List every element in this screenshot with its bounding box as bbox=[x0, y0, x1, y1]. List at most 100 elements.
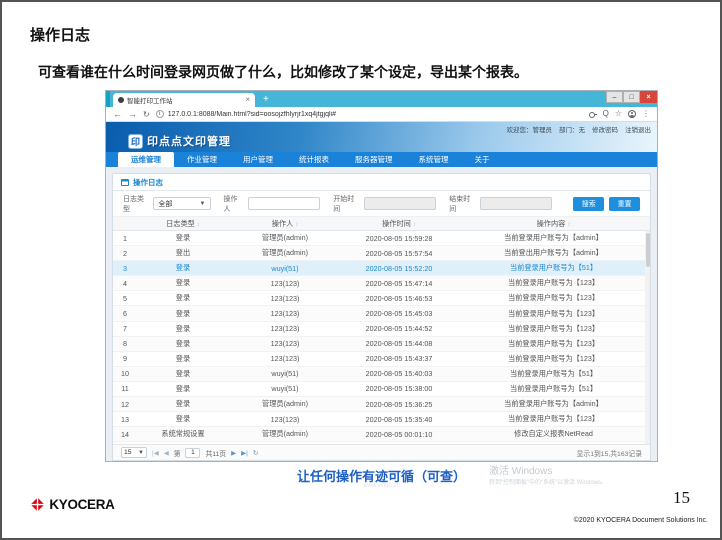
scrollbar-thumb[interactable] bbox=[646, 233, 650, 267]
header-time[interactable]: 操作时间↕ bbox=[341, 219, 457, 229]
nav-tab[interactable]: 作业管理 bbox=[174, 152, 230, 167]
end-time-input[interactable] bbox=[480, 197, 553, 210]
welcome-bar: 欢迎您：管理员部门：无修改密码注销退出 bbox=[507, 124, 652, 134]
table-row[interactable]: 2登出管理员(admin)2020-08-05 15:57:54当前登出用户账号… bbox=[113, 246, 650, 261]
cell-type: 登录 bbox=[137, 399, 229, 409]
nav-tab[interactable]: 系统管理 bbox=[406, 152, 462, 167]
start-time-input[interactable] bbox=[364, 197, 437, 210]
nav-tab[interactable]: 统计报表 bbox=[286, 152, 342, 167]
log-table: 日志类型↕ 操作人↕ 操作时间↕ 操作内容↕ 1登录管理员(admin)2020… bbox=[113, 217, 650, 444]
header-operator[interactable]: 操作人↕ bbox=[229, 219, 341, 229]
section-bar: 操作日志 bbox=[113, 174, 650, 191]
slide-title: 操作日志 bbox=[30, 24, 90, 45]
header-log-type[interactable]: 日志类型↕ bbox=[137, 219, 229, 229]
cell-type: 登录 bbox=[137, 278, 229, 288]
header-content[interactable]: 操作内容↕ bbox=[457, 219, 650, 229]
table-row[interactable]: 10登录wuyi(51)2020-08-05 15:40:03当前登录用户账号为… bbox=[113, 367, 650, 382]
new-tab-button[interactable]: + bbox=[263, 95, 269, 105]
browser-tab[interactable]: 智能打印工作站 × bbox=[113, 93, 255, 107]
cell-no: 3 bbox=[113, 264, 137, 273]
cell-type: 登录 bbox=[137, 414, 229, 424]
cell-content: 当前登录用户账号为【admin】 bbox=[457, 399, 650, 409]
cell-time: 2020-08-05 15:52:20 bbox=[341, 264, 457, 273]
next-page-icon[interactable]: ▶ bbox=[231, 449, 236, 457]
table-row[interactable]: 12登录管理员(admin)2020-08-05 15:36:25当前登录用户账… bbox=[113, 397, 650, 412]
panel: 操作日志 日志类型 全部 ▼ 操作人 开始时间 结束时间 bbox=[112, 173, 651, 461]
table-row[interactable]: 3登录wuyi(51)2020-08-05 15:52:20当前登录用户账号为【… bbox=[113, 261, 650, 276]
cell-op: 123(123) bbox=[229, 279, 341, 288]
cell-time: 2020-08-05 15:46:53 bbox=[341, 294, 457, 303]
page-number: 15 bbox=[673, 488, 690, 508]
sort-icon: ↕ bbox=[197, 222, 200, 228]
table-row[interactable]: 4登录123(123)2020-08-05 15:47:14当前登录用户账号为【… bbox=[113, 276, 650, 291]
cell-op: 管理员(admin) bbox=[229, 399, 341, 409]
page-number-input[interactable] bbox=[185, 448, 200, 458]
tab-title: 智能打印工作站 bbox=[127, 95, 242, 105]
password-key-icon[interactable] bbox=[589, 112, 597, 117]
zoom-icon[interactable]: Q bbox=[603, 110, 609, 118]
search-button[interactable]: 搜索 bbox=[573, 197, 604, 211]
cell-time: 2020-08-05 15:45:03 bbox=[341, 309, 457, 318]
maximize-button[interactable]: □ bbox=[623, 91, 640, 103]
back-icon[interactable]: ← bbox=[113, 110, 122, 119]
table-row[interactable]: 7登录123(123)2020-08-05 15:44:52当前登录用户账号为【… bbox=[113, 322, 650, 337]
table-row[interactable]: 5登录123(123)2020-08-05 15:46:53当前登录用户账号为【… bbox=[113, 291, 650, 306]
cell-time: 2020-08-05 15:59:28 bbox=[341, 234, 457, 243]
table-row[interactable]: 14系统常规设置管理员(admin)2020-08-05 00:01:10修改自… bbox=[113, 427, 650, 442]
table-row[interactable]: 9登录123(123)2020-08-05 15:43:37当前登录用户账号为【… bbox=[113, 352, 650, 367]
log-type-select[interactable]: 全部 ▼ bbox=[153, 197, 210, 210]
app-logo-row: 印 印点点文印管理 bbox=[128, 133, 231, 149]
first-page-icon[interactable]: |◀ bbox=[152, 449, 159, 457]
reset-button[interactable]: 重置 bbox=[609, 197, 640, 211]
last-page-icon[interactable]: ▶| bbox=[241, 449, 248, 457]
url-text: 127.0.0.1:8088/Main.html?sid=oosojzfhlyr… bbox=[168, 111, 336, 118]
operator-label: 操作人 bbox=[224, 194, 243, 214]
profile-avatar-icon[interactable] bbox=[628, 110, 636, 118]
url-field[interactable]: i 127.0.0.1:8088/Main.html?sid=oosojzfhl… bbox=[156, 110, 583, 118]
reload-icon[interactable]: ↻ bbox=[143, 110, 150, 119]
cell-time: 2020-08-05 15:44:08 bbox=[341, 339, 457, 348]
cell-op: 123(123) bbox=[229, 339, 341, 348]
nav-tab[interactable]: 服务器管理 bbox=[342, 152, 406, 167]
cell-content: 当前登出用户账号为【admin】 bbox=[457, 248, 650, 258]
cell-no: 14 bbox=[113, 430, 137, 439]
prev-page-icon[interactable]: ◀ bbox=[164, 449, 169, 457]
operator-input[interactable] bbox=[248, 197, 321, 210]
table-row[interactable]: 8登录123(123)2020-08-05 15:44:08当前登录用户账号为【… bbox=[113, 337, 650, 352]
kyocera-mark-icon bbox=[30, 497, 45, 512]
cell-no: 5 bbox=[113, 294, 137, 303]
page-size-select[interactable]: 15 ▼ bbox=[121, 447, 147, 458]
minimize-button[interactable]: – bbox=[606, 91, 623, 103]
nav-tab[interactable]: 用户管理 bbox=[230, 152, 286, 167]
filter-bar: 日志类型 全部 ▼ 操作人 开始时间 结束时间 搜索 重置 bbox=[113, 191, 650, 217]
total-pages: 共11页 bbox=[205, 448, 226, 458]
cell-no: 4 bbox=[113, 279, 137, 288]
page-prefix: 第 bbox=[174, 448, 181, 458]
refresh-icon[interactable]: ↻ bbox=[253, 449, 258, 457]
table-row[interactable]: 11登录wuyi(51)2020-08-05 15:38:00当前登录用户账号为… bbox=[113, 382, 650, 397]
welcome-text: 欢迎您：管理员 bbox=[507, 124, 553, 134]
table-header: 日志类型↕ 操作人↕ 操作时间↕ 操作内容↕ bbox=[113, 217, 650, 231]
app-header: 欢迎您：管理员部门：无修改密码注销退出 印 印点点文印管理 bbox=[106, 122, 657, 152]
bookmark-star-icon[interactable]: ☆ bbox=[615, 110, 622, 118]
welcome-link[interactable]: 注销退出 bbox=[625, 124, 651, 134]
sort-icon: ↕ bbox=[295, 222, 298, 228]
cell-no: 11 bbox=[113, 384, 137, 393]
cell-time: 2020-08-05 15:35:40 bbox=[341, 415, 457, 424]
close-button[interactable]: × bbox=[640, 91, 657, 103]
browser-menu-icon[interactable]: ⋮ bbox=[642, 110, 650, 118]
table-row[interactable]: 13登录123(123)2020-08-05 15:35:40当前登录用户账号为… bbox=[113, 412, 650, 427]
tab-close-icon[interactable]: × bbox=[245, 96, 250, 104]
cell-no: 7 bbox=[113, 324, 137, 333]
site-info-icon[interactable]: i bbox=[156, 110, 164, 118]
table-row[interactable]: 1登录管理员(admin)2020-08-05 15:59:28当前登录用户账号… bbox=[113, 231, 650, 246]
cell-time: 2020-08-05 15:47:14 bbox=[341, 279, 457, 288]
nav-tab[interactable]: 运维管理 bbox=[118, 152, 174, 167]
table-row[interactable]: 6登录123(123)2020-08-05 15:45:03当前登录用户账号为【… bbox=[113, 306, 650, 321]
welcome-link[interactable]: 修改密码 bbox=[592, 124, 618, 134]
cell-op: 123(123) bbox=[229, 324, 341, 333]
table-scrollbar[interactable] bbox=[645, 231, 650, 444]
nav-tab[interactable]: 关于 bbox=[462, 152, 503, 167]
cell-type: 登录 bbox=[137, 384, 229, 394]
forward-icon[interactable]: → bbox=[128, 110, 137, 119]
